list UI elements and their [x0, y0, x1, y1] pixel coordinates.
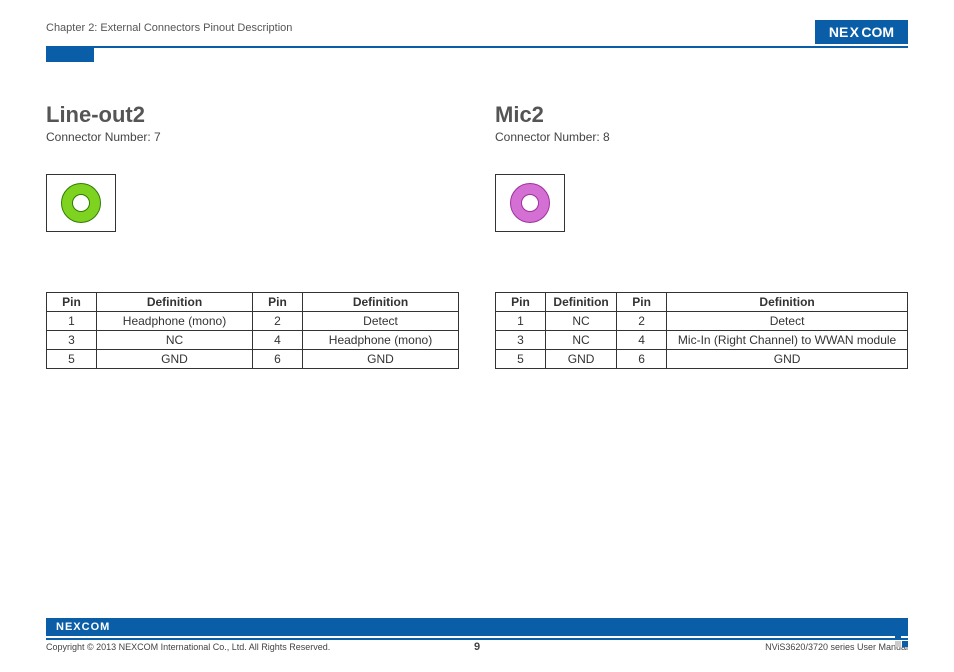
th-def: Definition	[667, 293, 908, 312]
footer-squares-icon	[895, 634, 908, 647]
logo-text-com: COM	[861, 24, 894, 40]
right-table-body: 1NC2Detect3NC4Mic-In (Right Channel) to …	[496, 312, 908, 369]
right-jack-diagram	[495, 174, 565, 232]
table-row: 1NC2Detect	[496, 312, 908, 331]
left-table-body: 1Headphone (mono)2Detect3NC4Headphone (m…	[47, 312, 459, 369]
header-blue-tab	[46, 48, 94, 62]
table-row: 1Headphone (mono)2Detect	[47, 312, 459, 331]
left-connector-title: Line-out2	[46, 102, 459, 128]
page-header: Chapter 2: External Connectors Pinout De…	[46, 20, 908, 48]
th-pin: Pin	[47, 293, 97, 312]
left-connector-subtitle: Connector Number: 7	[46, 130, 459, 144]
audio-jack-pink-icon	[510, 183, 550, 223]
pin-cell: 6	[253, 350, 303, 369]
th-pin: Pin	[253, 293, 303, 312]
pin-cell: 5	[496, 350, 546, 369]
th-def: Definition	[303, 293, 459, 312]
pin-cell: 3	[496, 331, 546, 350]
pin-cell: 6	[617, 350, 667, 369]
pin-cell: 4	[617, 331, 667, 350]
logo-text-ne: NE	[56, 621, 73, 633]
logo-text-com: COM	[82, 621, 111, 633]
right-column: Mic2 Connector Number: 8 Pin Definition …	[495, 102, 908, 369]
def-cell: Headphone (mono)	[303, 331, 459, 350]
def-cell: NC	[97, 331, 253, 350]
pin-cell: 1	[47, 312, 97, 331]
pin-cell: 5	[47, 350, 97, 369]
page-number: 9	[474, 641, 480, 653]
table-row: 5GND6GND	[496, 350, 908, 369]
th-pin: Pin	[617, 293, 667, 312]
left-jack-diagram	[46, 174, 116, 232]
th-pin: Pin	[496, 293, 546, 312]
def-cell: Mic-In (Right Channel) to WWAN module	[667, 331, 908, 350]
def-cell: Detect	[667, 312, 908, 331]
table-header-row: Pin Definition Pin Definition	[47, 293, 459, 312]
pin-cell: 4	[253, 331, 303, 350]
pin-cell: 3	[47, 331, 97, 350]
def-cell: Headphone (mono)	[97, 312, 253, 331]
right-connector-title: Mic2	[495, 102, 908, 128]
manual-title: NViS3620/3720 series User Manual	[765, 642, 908, 652]
left-pinout-table: Pin Definition Pin Definition 1Headphone…	[46, 292, 459, 369]
logo-text-x: X	[73, 621, 81, 633]
def-cell: Detect	[303, 312, 459, 331]
def-cell: GND	[97, 350, 253, 369]
def-cell: NC	[546, 312, 617, 331]
right-pinout-table: Pin Definition Pin Definition 1NC2Detect…	[495, 292, 908, 369]
def-cell: GND	[303, 350, 459, 369]
table-row: 3NC4Headphone (mono)	[47, 331, 459, 350]
pin-cell: 2	[253, 312, 303, 331]
def-cell: NC	[546, 331, 617, 350]
pin-cell: 2	[617, 312, 667, 331]
page-footer: NEXCOM Copyright © 2013 NEXCOM Internati…	[46, 618, 908, 652]
logo-text-x: X	[848, 24, 861, 40]
left-column: Line-out2 Connector Number: 7 Pin Defini…	[46, 102, 459, 369]
def-cell: GND	[546, 350, 617, 369]
chapter-title: Chapter 2: External Connectors Pinout De…	[46, 20, 292, 34]
th-def: Definition	[97, 293, 253, 312]
right-connector-subtitle: Connector Number: 8	[495, 130, 908, 144]
def-cell: GND	[667, 350, 908, 369]
table-row: 5GND6GND	[47, 350, 459, 369]
pin-cell: 1	[496, 312, 546, 331]
th-def: Definition	[546, 293, 617, 312]
table-header-row: Pin Definition Pin Definition	[496, 293, 908, 312]
brand-logo-top: NEXCOM	[815, 20, 908, 44]
table-row: 3NC4Mic-In (Right Channel) to WWAN modul…	[496, 331, 908, 350]
copyright-text: Copyright © 2013 NEXCOM International Co…	[46, 642, 330, 652]
logo-text-ne: NE	[829, 24, 848, 40]
audio-jack-green-icon	[61, 183, 101, 223]
brand-logo-bottom: NEXCOM	[46, 618, 908, 636]
